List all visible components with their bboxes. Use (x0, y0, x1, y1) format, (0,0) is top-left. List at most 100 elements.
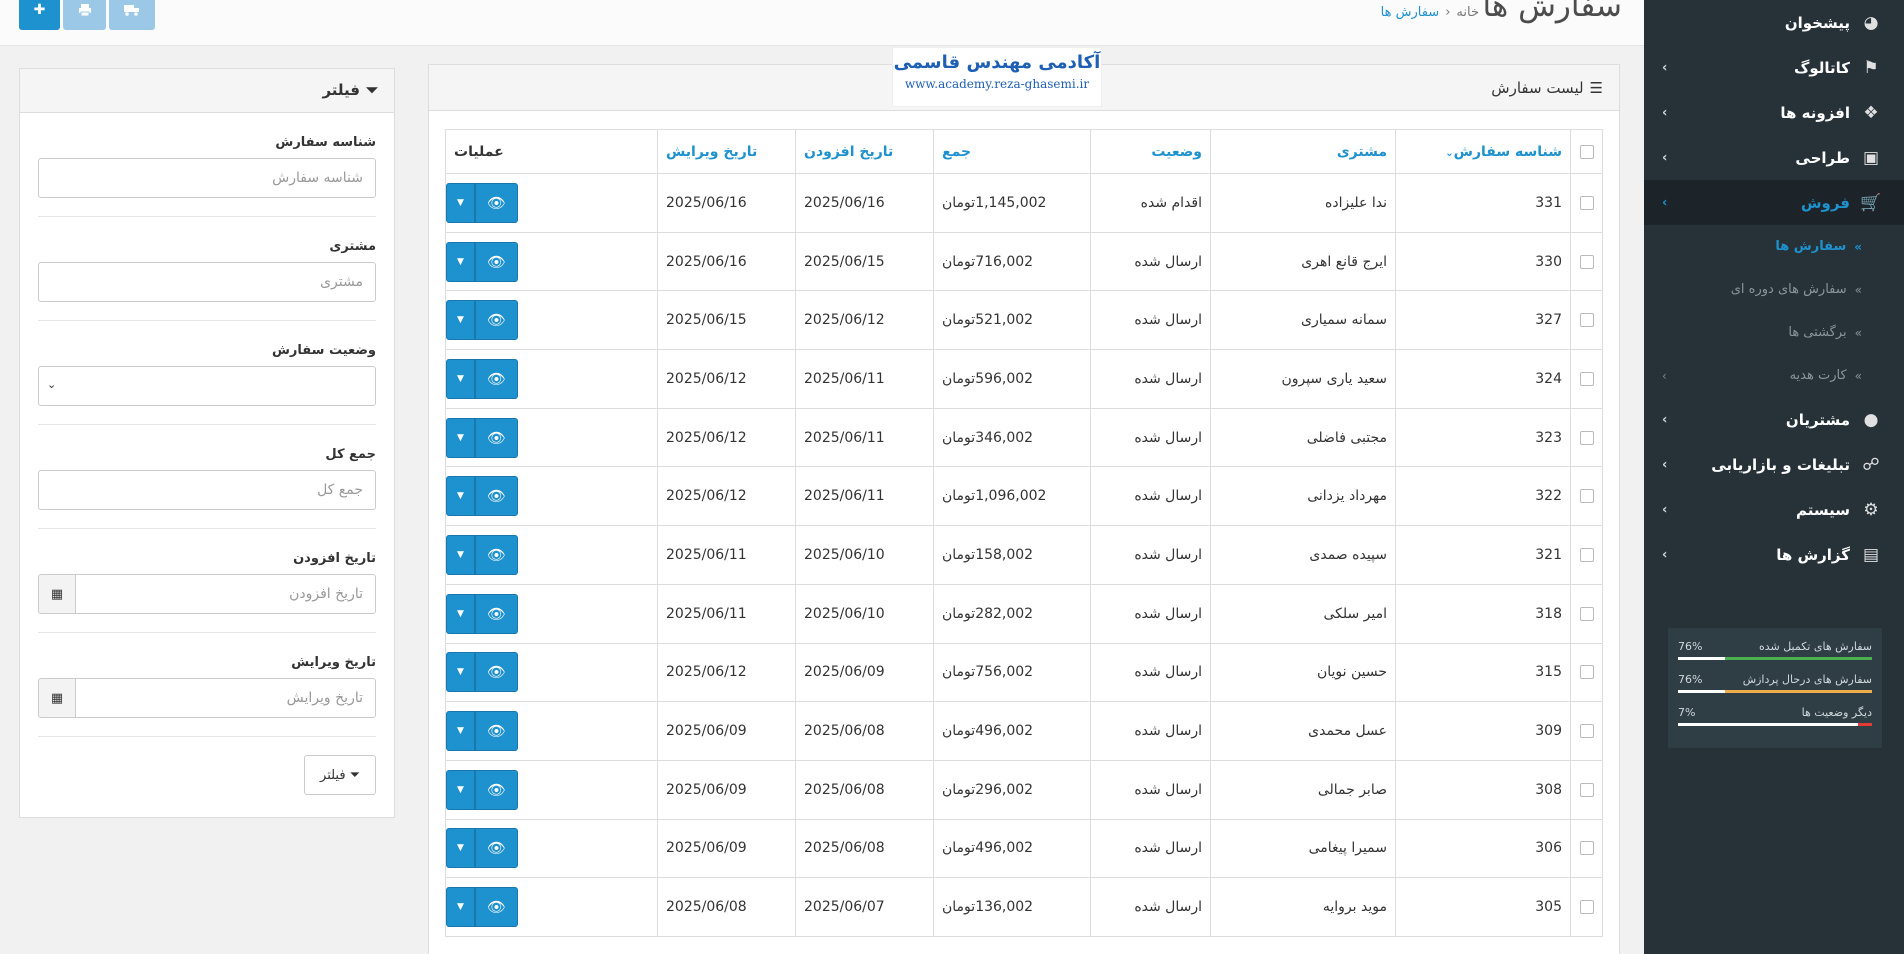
filter-total-input[interactable] (38, 470, 376, 510)
caret-down-icon: ▼ (457, 256, 464, 267)
row-actions-dropdown-button[interactable]: ▼ (446, 182, 475, 223)
sidebar-item-system[interactable]: ⚙ سیستم › (1644, 487, 1904, 532)
calendar-icon[interactable]: ▦ (38, 574, 76, 614)
filter-date-added-input[interactable] (75, 574, 376, 614)
view-order-button[interactable]: 👁 (475, 652, 518, 693)
breadcrumb-home[interactable]: خانه (1456, 5, 1479, 20)
caret-down-icon: ▼ (457, 373, 464, 384)
view-order-button[interactable]: 👁 (475, 358, 518, 399)
view-order-button[interactable]: 👁 (475, 887, 518, 928)
order-id-cell: 331 (1395, 173, 1571, 233)
view-order-button[interactable]: 👁 (475, 711, 518, 752)
column-total[interactable]: جمع (933, 129, 1091, 174)
column-status[interactable]: وضعیت (1090, 129, 1211, 174)
sidebar-subitem-3[interactable]: » کارت هدیه › (1644, 354, 1904, 397)
sidebar-item-catalog[interactable]: ⚑ کاتالوگ › (1644, 45, 1904, 90)
row-checkbox[interactable] (1579, 547, 1594, 562)
print-shipping-button[interactable] (109, 0, 155, 30)
row-actions-dropdown-button[interactable]: ▼ (446, 828, 475, 869)
sidebar-item-customers[interactable]: ● مشتریان › (1644, 397, 1904, 442)
row-checkbox[interactable] (1579, 313, 1594, 328)
filter-status-select[interactable]: ⌄ (38, 366, 376, 406)
row-actions-dropdown-button[interactable]: ▼ (446, 534, 475, 575)
row-select-cell (1570, 877, 1603, 937)
column-order-id[interactable]: شناسه سفارش⌄ (1395, 129, 1571, 174)
row-checkbox[interactable] (1579, 489, 1594, 504)
date-added-cell: 2025/06/11 (795, 466, 934, 527)
date-modified-cell: 2025/06/16 (657, 173, 796, 233)
order-id-cell: 324 (1395, 349, 1571, 409)
row-actions-dropdown-button[interactable]: ▼ (446, 769, 475, 810)
filter-date-modified-input[interactable] (75, 678, 376, 718)
row-checkbox[interactable] (1579, 724, 1594, 739)
view-order-button[interactable]: 👁 (475, 300, 518, 341)
sidebar-item-dashboard[interactable]: ◕ پیشخوان (1644, 0, 1904, 45)
row-actions-dropdown-button[interactable]: ▼ (446, 417, 475, 458)
sidebar-item-design[interactable]: ▣ طراحی › (1644, 135, 1904, 180)
view-order-button[interactable]: 👁 (475, 828, 518, 869)
caret-down-icon: ▼ (457, 491, 464, 502)
sidebar-subitem-2[interactable]: » برگشتی ها (1644, 311, 1904, 354)
column-date-added[interactable]: تاریخ افزودن (795, 129, 934, 174)
add-order-button[interactable]: ✚ (19, 0, 60, 30)
row-checkbox[interactable] (1579, 782, 1594, 797)
print-invoice-button[interactable] (63, 0, 106, 30)
sidebar-subitem-0[interactable]: » سفارش ها (1644, 225, 1904, 268)
view-order-button[interactable]: 👁 (475, 241, 518, 282)
view-order-button[interactable]: 👁 (475, 417, 518, 458)
sidebar-item-label: گزارش ها (1776, 545, 1850, 564)
total-cell: 296,002تومان (933, 759, 1091, 820)
row-actions-dropdown-button[interactable]: ▼ (446, 652, 475, 693)
sidebar-item-sales[interactable]: 🛒 فروش › (1644, 180, 1904, 225)
column-date-added-label: تاریخ افزودن (804, 143, 894, 160)
user-icon: ● (1863, 409, 1879, 430)
view-order-button[interactable]: 👁 (475, 593, 518, 634)
row-checkbox[interactable] (1579, 606, 1594, 621)
column-actions: عملیات (445, 129, 658, 174)
sidebar-item-extensions[interactable]: ❖ افزونه ها › (1644, 90, 1904, 135)
sidebar-item-marketing[interactable]: ☍ تبلیغات و بازاریابی › (1644, 442, 1904, 487)
eye-icon: 👁 (486, 311, 507, 330)
actions-cell: ▼ 👁 (445, 583, 658, 644)
row-actions-dropdown-button[interactable]: ▼ (446, 593, 475, 634)
customer-cell: عسل محمدی (1210, 701, 1396, 761)
row-checkbox[interactable] (1579, 841, 1594, 856)
row-select-cell (1570, 349, 1603, 409)
filter-button[interactable]: ⏷ فیلتر (304, 755, 376, 795)
row-actions-dropdown-button[interactable]: ▼ (446, 711, 475, 752)
row-actions-dropdown-button[interactable]: ▼ (446, 476, 475, 517)
row-actions-dropdown-button[interactable]: ▼ (446, 887, 475, 928)
breadcrumb-orders[interactable]: سفارش ها (1381, 5, 1440, 20)
sidebar-item-label: فروش (1800, 193, 1850, 212)
caret-down-icon: ▼ (457, 432, 464, 443)
filter-order-id-input[interactable] (38, 158, 376, 198)
order-stats-panel: سفارش های تکمیل شده 76% سفارش های درحال پر… (1668, 628, 1882, 748)
date-modified-cell: 2025/06/11 (657, 583, 796, 644)
row-actions-dropdown-button[interactable]: ▼ (446, 300, 475, 341)
select-all-header (1570, 129, 1603, 174)
row-checkbox[interactable] (1579, 665, 1594, 680)
sidebar-subitem-1[interactable]: » سفارش های دوره ای (1644, 268, 1904, 311)
row-checkbox[interactable] (1579, 254, 1594, 269)
order-stat-label: دیگر وضعیت ها (1801, 706, 1872, 719)
select-all-checkbox[interactable] (1579, 144, 1594, 159)
column-customer[interactable]: مشتری (1210, 129, 1396, 174)
row-actions-dropdown-button[interactable]: ▼ (446, 241, 475, 282)
row-checkbox[interactable] (1579, 195, 1594, 210)
sidebar-item-reports[interactable]: ▤ گزارش ها › (1644, 532, 1904, 577)
actions-cell: ▼ 👁 (445, 701, 658, 761)
actions-cell: ▼ 👁 (445, 173, 658, 233)
view-order-button[interactable]: 👁 (475, 476, 518, 517)
filter-customer-input[interactable] (38, 262, 376, 302)
column-date-modified[interactable]: تاریخ ویرایش (657, 129, 796, 174)
row-checkbox[interactable] (1579, 900, 1594, 915)
view-order-button[interactable]: 👁 (475, 534, 518, 575)
row-checkbox[interactable] (1579, 430, 1594, 445)
row-checkbox[interactable] (1579, 371, 1594, 386)
chevron-icon: › (1662, 547, 1668, 562)
calendar-icon[interactable]: ▦ (38, 678, 76, 718)
view-order-button[interactable]: 👁 (475, 182, 518, 223)
row-actions-dropdown-button[interactable]: ▼ (446, 358, 475, 399)
view-order-button[interactable]: 👁 (475, 769, 518, 810)
status-cell: ارسال شده (1090, 642, 1211, 703)
